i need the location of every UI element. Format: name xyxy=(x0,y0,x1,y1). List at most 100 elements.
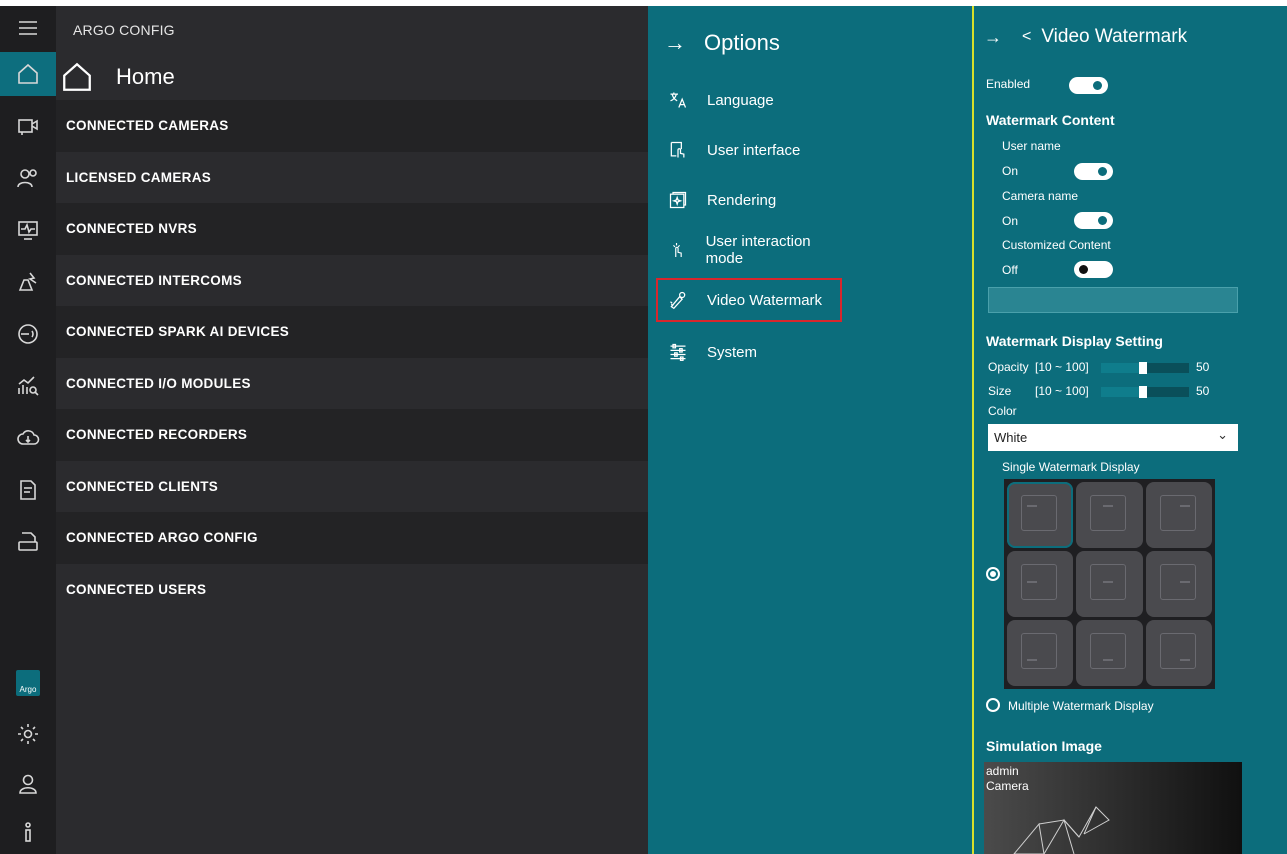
cloud-icon[interactable] xyxy=(0,416,56,460)
customized-content-toggle[interactable] xyxy=(1074,261,1113,278)
menu-item-connected-users[interactable]: CONNECTED USERS xyxy=(56,564,648,616)
rendering-icon xyxy=(669,191,687,209)
menu-item-connected-clients[interactable]: CONNECTED CLIENTS xyxy=(56,461,648,513)
home-header: Home xyxy=(56,54,648,100)
option-language[interactable]: Language xyxy=(656,78,842,122)
watermark-content-heading: Watermark Content xyxy=(986,112,1115,128)
size-value: 50 xyxy=(1196,384,1210,398)
chevron-down-icon: ⌄ xyxy=(1217,427,1228,442)
user-name-label: User name xyxy=(1002,139,1061,153)
option-user-interface[interactable]: User interface xyxy=(656,128,842,172)
color-label: Color xyxy=(988,404,1017,418)
camera-name-toggle[interactable] xyxy=(1074,212,1113,229)
menu-item-connected-intercoms[interactable]: CONNECTED INTERCOMS xyxy=(56,255,648,307)
camera-name-label: Camera name xyxy=(1002,189,1079,203)
home-icon xyxy=(63,62,91,91)
user-name-toggle[interactable] xyxy=(1074,163,1113,180)
position-bottom-right[interactable] xyxy=(1145,620,1212,686)
home-panel: ARGO CONFIG Home CONNECTED CAMERAS LICEN… xyxy=(56,6,648,854)
multiple-display-label: Multiple Watermark Display xyxy=(1008,699,1154,713)
watermark-icon xyxy=(670,291,686,310)
option-label: Video Watermark xyxy=(707,291,823,309)
io-module-icon[interactable] xyxy=(0,364,56,408)
info-icon[interactable] xyxy=(0,810,56,854)
argo-logo-text: Argo xyxy=(16,670,40,696)
ui-touch-icon xyxy=(670,141,685,158)
position-bottom-left[interactable] xyxy=(1007,620,1074,686)
menu-item-connected-recorders[interactable]: CONNECTED RECORDERS xyxy=(56,409,648,461)
app-window: Argo ARGO CONFIG Home CONNECTED CAMERAS … xyxy=(0,6,1287,854)
sim-decoration xyxy=(1013,806,1110,854)
position-top-center[interactable] xyxy=(1076,482,1143,548)
camera-name-state: On xyxy=(1002,214,1019,228)
menu-item-connected-cameras[interactable]: CONNECTED CAMERAS xyxy=(56,100,648,152)
video-watermark-panel: → < Video Watermark Enabled Watermark Co… xyxy=(972,6,1287,854)
hamburger-icon[interactable] xyxy=(0,6,56,50)
tap-icon xyxy=(673,243,682,257)
sliders-icon xyxy=(670,343,686,361)
position-top-left[interactable] xyxy=(1007,482,1074,548)
home-icon[interactable] xyxy=(0,52,56,96)
simulation-image: admin Camera xyxy=(984,762,1242,854)
opacity-range: [10 ~ 100] xyxy=(1035,360,1089,374)
page-title: Home xyxy=(116,64,175,89)
option-label: Language xyxy=(707,91,774,109)
home-menu: CONNECTED CAMERAS LICENSED CAMERAS CONNE… xyxy=(56,100,648,615)
position-middle-left[interactable] xyxy=(1007,551,1074,617)
multiple-display-radio[interactable] xyxy=(986,698,1000,712)
opacity-value: 50 xyxy=(1196,360,1210,374)
size-range: [10 ~ 100] xyxy=(1035,384,1089,398)
watermark-title: Video Watermark xyxy=(1041,26,1188,47)
opacity-slider-thumb[interactable] xyxy=(1139,362,1147,374)
spark-ai-icon[interactable] xyxy=(0,312,56,356)
menu-item-licensed-cameras[interactable]: LICENSED CAMERAS xyxy=(56,152,648,204)
chevron-left-icon[interactable]: < xyxy=(1022,28,1031,46)
option-label: Rendering xyxy=(707,191,777,209)
size-slider[interactable] xyxy=(1101,386,1189,398)
opacity-slider[interactable] xyxy=(1101,362,1189,374)
option-system[interactable]: System xyxy=(656,330,842,374)
monitor-icon[interactable] xyxy=(0,208,56,252)
enabled-toggle[interactable] xyxy=(1069,77,1108,94)
arrow-right-icon[interactable]: → xyxy=(664,30,686,56)
opacity-slider-fill xyxy=(1101,363,1140,373)
translate-icon xyxy=(670,92,687,108)
intercom-icon[interactable] xyxy=(0,260,56,304)
option-rendering[interactable]: Rendering xyxy=(656,178,842,222)
argo-logo: Argo xyxy=(0,661,56,705)
size-slider-fill xyxy=(1101,387,1140,397)
gear-icon[interactable] xyxy=(0,712,56,756)
enabled-label: Enabled xyxy=(986,77,1031,91)
arrow-right-icon[interactable]: → xyxy=(984,27,1002,48)
opacity-label: Opacity xyxy=(988,360,1029,374)
size-slider-thumb[interactable] xyxy=(1139,386,1147,398)
user-icon[interactable] xyxy=(0,762,56,806)
option-label: System xyxy=(707,343,758,361)
position-middle-right[interactable] xyxy=(1145,551,1212,617)
single-display-radio[interactable] xyxy=(986,567,1000,581)
options-header: → Options xyxy=(664,30,780,56)
position-bottom-center[interactable] xyxy=(1076,620,1143,686)
menu-item-connected-argo-config[interactable]: CONNECTED ARGO CONFIG xyxy=(56,512,648,564)
client-doc-icon[interactable] xyxy=(0,468,56,512)
option-label: User interaction mode xyxy=(705,233,811,267)
color-select[interactable]: White ⌄ xyxy=(988,424,1238,451)
customized-content-input[interactable] xyxy=(988,287,1238,313)
menu-item-connected-nvrs[interactable]: CONNECTED NVRS xyxy=(56,203,648,255)
size-label: Size xyxy=(988,384,1012,398)
option-video-watermark[interactable]: Video Watermark xyxy=(656,278,842,322)
position-middle-center[interactable] xyxy=(1076,551,1143,617)
camera-icon[interactable] xyxy=(0,104,56,148)
log-icon[interactable] xyxy=(0,520,56,564)
display-setting-heading: Watermark Display Setting xyxy=(986,333,1163,349)
position-top-right[interactable] xyxy=(1145,482,1212,548)
watermark-header: → < Video Watermark xyxy=(984,26,1187,48)
option-user-interaction-mode[interactable]: User interaction mode xyxy=(656,228,842,272)
customized-content-label: Customized Content xyxy=(1002,238,1111,252)
users-icon[interactable] xyxy=(0,156,56,200)
options-panel: → Options Language User interface Render… xyxy=(648,6,972,854)
menu-item-connected-io-modules[interactable]: CONNECTED I/O MODULES xyxy=(56,358,648,410)
menu-item-connected-spark-ai[interactable]: CONNECTED SPARK AI DEVICES xyxy=(56,306,648,358)
icon-rail: Argo xyxy=(0,6,56,854)
single-display-label: Single Watermark Display xyxy=(1002,460,1140,474)
